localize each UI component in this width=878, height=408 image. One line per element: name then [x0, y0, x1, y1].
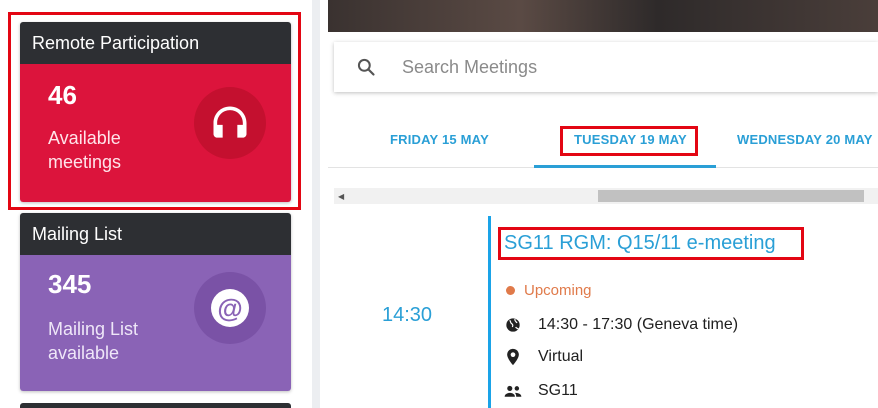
status-dot-icon	[506, 286, 515, 295]
page: Remote Participation 46 Available meetin…	[0, 0, 878, 408]
status-badge: Upcoming	[506, 282, 592, 299]
left-panel: Remote Participation 46 Available meetin…	[0, 0, 312, 408]
remote-participation-body: 46 Available meetings	[20, 64, 291, 202]
search-icon[interactable]	[356, 57, 376, 77]
group-text: SG11	[538, 382, 578, 399]
at-sign-icon: @	[194, 272, 266, 344]
search-input[interactable]	[402, 56, 822, 78]
tab-tuesday-19-may[interactable]: TUESDAY 19 MAY	[574, 132, 687, 147]
meeting-time: 14:30	[382, 304, 433, 326]
meeting-title-link[interactable]: SG11 RGM: Q15/11 e-meeting	[504, 232, 776, 255]
mailing-list-card[interactable]: Mailing List 345 Mailing List available …	[20, 213, 291, 391]
location-text: Virtual	[538, 348, 584, 365]
search-bar[interactable]	[334, 42, 878, 92]
globe-icon	[504, 316, 522, 334]
mailing-list-body: 345 Mailing List available @	[20, 255, 291, 391]
meeting-location: Virtual	[504, 348, 583, 366]
header-banner-image	[328, 0, 878, 32]
available-meetings-count: 46	[48, 80, 77, 110]
column-divider	[312, 0, 320, 408]
active-tab-indicator	[534, 165, 716, 168]
remote-participation-card[interactable]: Remote Participation 46 Available meetin…	[20, 22, 291, 202]
tab-friday-15-may[interactable]: FRIDAY 15 MAY	[390, 132, 489, 147]
horizontal-scrollbar[interactable]: ◀	[334, 188, 878, 204]
mailing-list-count: 345	[48, 269, 92, 299]
location-pin-icon	[504, 348, 522, 366]
headphones-icon	[194, 87, 266, 159]
next-card[interactable]	[20, 403, 291, 408]
schedule-text: 14:30 - 17:30 (Geneva time)	[538, 316, 739, 333]
scrollbar-thumb[interactable]	[598, 190, 864, 202]
remote-participation-title: Remote Participation	[20, 22, 291, 64]
people-icon	[504, 382, 522, 400]
meeting-timeline-bar	[488, 216, 491, 408]
mailing-list-title: Mailing List	[20, 213, 291, 255]
meeting-group: SG11	[504, 382, 578, 400]
mailing-list-label: Mailing List available	[48, 319, 139, 363]
meeting-entry: 14:30 SG11 RGM: Q15/11 e-meeting Upcomin…	[320, 212, 878, 408]
available-meetings-label: Available meetings	[48, 128, 122, 172]
date-tabs: FRIDAY 15 MAY TUESDAY 19 MAY WEDNESDAY 2…	[328, 116, 878, 168]
meeting-schedule: 14:30 - 17:30 (Geneva time)	[504, 316, 738, 334]
meetings-panel: FRIDAY 15 MAY TUESDAY 19 MAY WEDNESDAY 2…	[320, 0, 878, 408]
tab-wednesday-20-may[interactable]: WEDNESDAY 20 MAY	[737, 132, 873, 147]
status-label: Upcoming	[524, 282, 592, 299]
scroll-left-icon[interactable]: ◀	[338, 192, 344, 201]
